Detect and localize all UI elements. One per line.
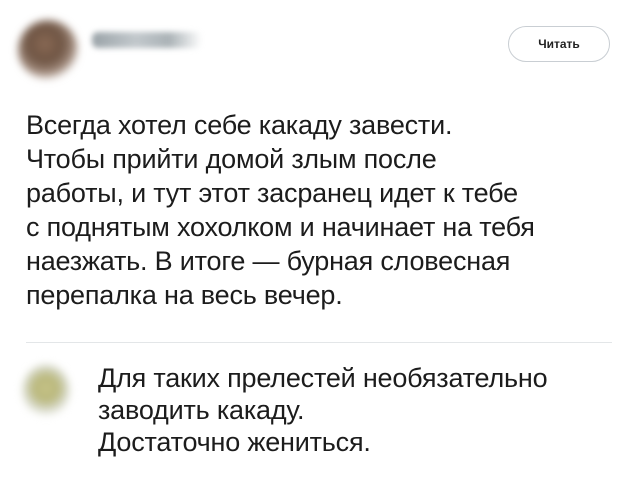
- post-header: Читать: [0, 0, 640, 100]
- post-text: Всегда хотел себе какаду завести. Чтобы …: [26, 108, 626, 312]
- comment: Для таких прелестей необязательно заводи…: [0, 350, 640, 480]
- post-text-line: работы, и тут этот засранец идет к тебе: [26, 178, 518, 208]
- post-text-line: Всегда хотел себе какаду завести.: [26, 110, 453, 140]
- post-card: Читать Всегда хотел себе какаду завести.…: [0, 0, 640, 487]
- comment-text-line: заводить какаду.: [98, 395, 305, 425]
- comment-text-line: Достаточно жениться.: [98, 427, 371, 457]
- divider: [26, 342, 612, 343]
- post-text-line: с поднятым хохолком и начинает на тебя: [26, 212, 535, 242]
- author-avatar[interactable]: [18, 20, 78, 80]
- post-text-line: перепалка на весь вечер.: [26, 280, 343, 310]
- author-name[interactable]: [92, 32, 202, 48]
- commenter-avatar[interactable]: [22, 364, 70, 418]
- comment-text-line: Для таких прелестей необязательно: [98, 363, 548, 393]
- read-button[interactable]: Читать: [508, 26, 610, 62]
- comment-text: Для таких прелестей необязательно заводи…: [98, 362, 638, 458]
- post-text-line: Чтобы прийти домой злым после: [26, 144, 437, 174]
- post-text-line: наезжать. В итоге — бурная словесная: [26, 246, 511, 276]
